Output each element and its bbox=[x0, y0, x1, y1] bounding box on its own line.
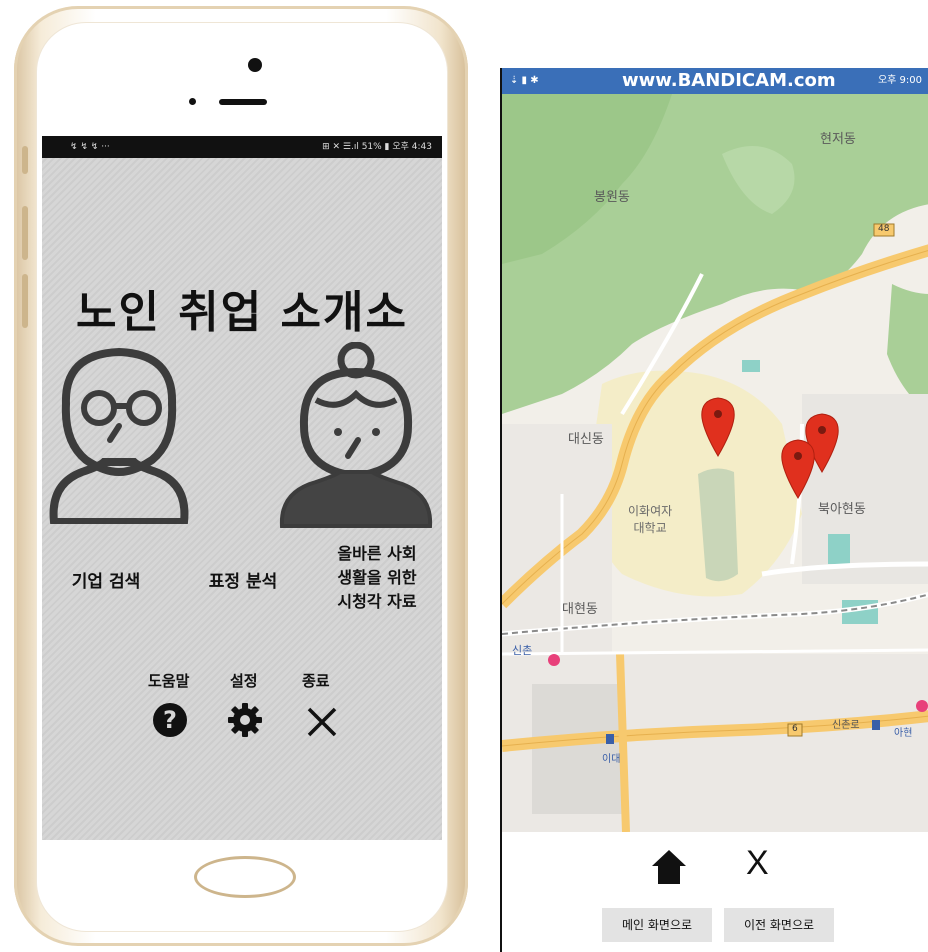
help-label: 도움말 bbox=[148, 672, 190, 690]
av-materials-line3: 시청각 자료 bbox=[337, 592, 417, 611]
status-right-info: ⊞ ✕ ☰.ıl 51% ▮ 오후 4:43 bbox=[322, 142, 432, 152]
main-screen-button[interactable]: 메인 화면으로 bbox=[602, 908, 712, 942]
map-controls: X 메인 화면으로 이전 화면으로 bbox=[502, 832, 928, 952]
map-pin-1[interactable] bbox=[700, 396, 736, 458]
map-label-daehyeon: 대현동 bbox=[562, 602, 598, 617]
map-label-sinchon-ro: 신촌로 bbox=[832, 720, 860, 731]
close-icon[interactable] bbox=[304, 704, 340, 740]
map-label-sinchon: 신촌 bbox=[512, 644, 533, 657]
map-label-hyeonjeo: 현저동 bbox=[820, 132, 856, 147]
svg-text:?: ? bbox=[163, 706, 177, 734]
app-title: 노인 취업 소개소 bbox=[76, 287, 408, 338]
map-label-ewha-station: 이대 bbox=[602, 754, 621, 765]
home-button[interactable] bbox=[194, 856, 296, 898]
exit-label: 종료 bbox=[302, 672, 330, 690]
sensor-dot bbox=[189, 98, 196, 105]
status-icons: ⇣ ▮ ✱ bbox=[510, 75, 539, 86]
help-icon[interactable]: ? bbox=[152, 702, 188, 738]
volume-up-button bbox=[22, 206, 28, 260]
earpiece-speaker bbox=[219, 99, 267, 105]
front-camera bbox=[248, 58, 262, 72]
road-shield-6: 6 bbox=[792, 724, 798, 734]
gear-icon[interactable] bbox=[227, 702, 263, 738]
map-tiles[interactable] bbox=[502, 94, 928, 832]
map-pin-3[interactable] bbox=[780, 438, 816, 500]
status-bar: ↯ ↯ ↯ ··· ⊞ ✕ ☰.ıl 51% ▮ 오후 4:43 bbox=[42, 136, 442, 158]
close-map-icon[interactable]: X bbox=[746, 844, 769, 883]
map-view[interactable]: 현저동 봉원동 대신동 이화여자 대학교 북아현동 대현동 신촌 신촌로 이대 … bbox=[502, 94, 928, 832]
company-search-button[interactable]: 기업 검색 bbox=[56, 570, 156, 594]
old-woman-icon[interactable] bbox=[276, 342, 436, 528]
previous-screen-button[interactable]: 이전 화면으로 bbox=[724, 908, 834, 942]
mute-switch bbox=[22, 146, 28, 174]
recording-status-bar: ⇣ ▮ ✱ www.BANDICAM.com 오후 9:00 bbox=[502, 68, 928, 94]
settings-label: 설정 bbox=[230, 672, 258, 690]
volume-down-button bbox=[22, 274, 28, 328]
status-left-icons: ↯ ↯ ↯ ··· bbox=[70, 142, 110, 152]
map-screen: ⇣ ▮ ✱ www.BANDICAM.com 오후 9:00 현저동 봉원동 대… bbox=[500, 68, 928, 952]
av-materials-line1: 올바른 사회 bbox=[337, 544, 417, 563]
road-shield-48: 48 bbox=[878, 224, 890, 234]
map-label-bugahyeon: 북아현동 bbox=[818, 502, 866, 517]
map-label-daesin: 대신동 bbox=[568, 432, 604, 447]
old-man-icon[interactable] bbox=[44, 344, 194, 524]
expression-analysis-label: 표정 분석 bbox=[208, 572, 278, 592]
expression-analysis-button[interactable]: 표정 분석 bbox=[188, 570, 298, 594]
home-icon[interactable] bbox=[650, 848, 688, 886]
map-label-bongwon: 봉원동 bbox=[594, 190, 630, 205]
company-search-label: 기업 검색 bbox=[71, 572, 141, 592]
status-time: 오후 9:00 bbox=[877, 75, 922, 86]
bandicam-watermark: www.BANDICAM.com bbox=[622, 70, 836, 91]
av-materials-line2: 생활을 위한 bbox=[337, 568, 417, 587]
app-screen: ↯ ↯ ↯ ··· ⊞ ✕ ☰.ıl 51% ▮ 오후 4:43 노인 취업 소… bbox=[42, 136, 442, 840]
av-materials-button[interactable]: 올바른 사회 생활을 위한 시청각 자료 bbox=[312, 542, 442, 614]
map-label-ewha: 이화여자 대학교 bbox=[628, 504, 673, 535]
map-label-ahyeon: 아현 bbox=[894, 728, 913, 739]
